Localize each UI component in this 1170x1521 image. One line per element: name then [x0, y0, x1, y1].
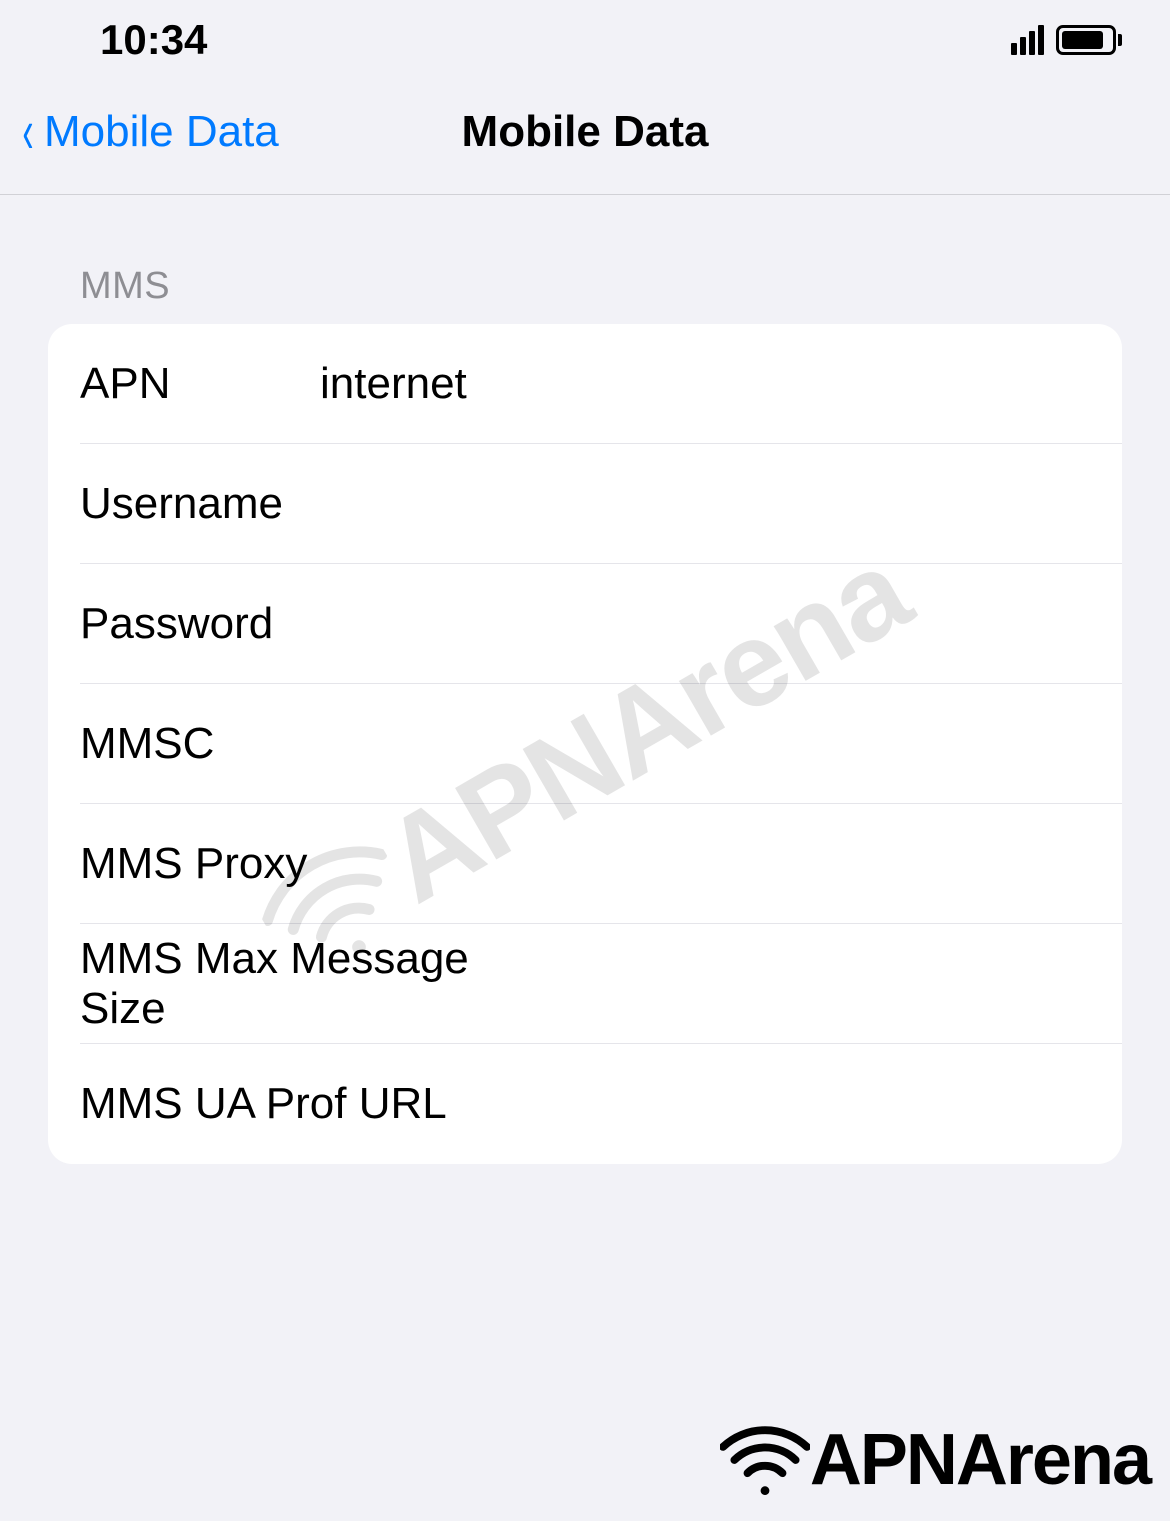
signal-icon — [1011, 25, 1044, 55]
chevron-left-icon: ‹ — [22, 96, 33, 168]
nav-bar: ‹ Mobile Data Mobile Data — [0, 80, 1170, 195]
page-title: Mobile Data — [462, 107, 709, 157]
watermark-bottom-text: APNArena — [810, 1419, 1150, 1501]
row-password[interactable]: Password — [48, 564, 1122, 684]
label-mmsc: MMSC — [80, 719, 320, 769]
label-apn: APN — [80, 359, 320, 409]
row-mmsc[interactable]: MMSC — [48, 684, 1122, 804]
label-mms-ua-prof: MMS UA Prof URL — [80, 1079, 515, 1129]
wifi-icon — [720, 1425, 810, 1495]
status-icons — [1011, 25, 1122, 55]
content: MMS APN Username Password MMSC — [0, 195, 1170, 1164]
input-mms-max-size[interactable] — [515, 959, 1090, 1009]
label-username: Username — [80, 479, 320, 529]
label-mms-proxy: MMS Proxy — [80, 839, 360, 889]
section-header: MMS — [80, 265, 1122, 308]
row-mms-max-size[interactable]: MMS Max Message Size — [48, 924, 1122, 1044]
back-label: Mobile Data — [44, 107, 279, 157]
status-bar: 10:34 — [0, 0, 1170, 80]
input-mmsc[interactable] — [320, 719, 1090, 769]
input-apn[interactable] — [320, 359, 1090, 409]
back-button[interactable]: ‹ Mobile Data — [20, 105, 279, 160]
row-username[interactable]: Username — [48, 444, 1122, 564]
row-mms-proxy[interactable]: MMS Proxy — [48, 804, 1122, 924]
label-mms-max-size: MMS Max Message Size — [80, 934, 515, 1034]
input-mms-proxy[interactable] — [360, 839, 1090, 889]
settings-group: APN Username Password MMSC MMS P — [48, 324, 1122, 1164]
watermark-bottom: APNArena — [720, 1419, 1150, 1501]
input-mms-ua-prof[interactable] — [515, 1079, 1090, 1129]
row-mms-ua-prof[interactable]: MMS UA Prof URL — [48, 1044, 1122, 1164]
battery-icon — [1056, 25, 1122, 55]
input-password[interactable] — [320, 599, 1090, 649]
input-username[interactable] — [320, 479, 1090, 529]
row-apn[interactable]: APN — [48, 324, 1122, 444]
label-password: Password — [80, 599, 320, 649]
status-time: 10:34 — [100, 16, 207, 64]
